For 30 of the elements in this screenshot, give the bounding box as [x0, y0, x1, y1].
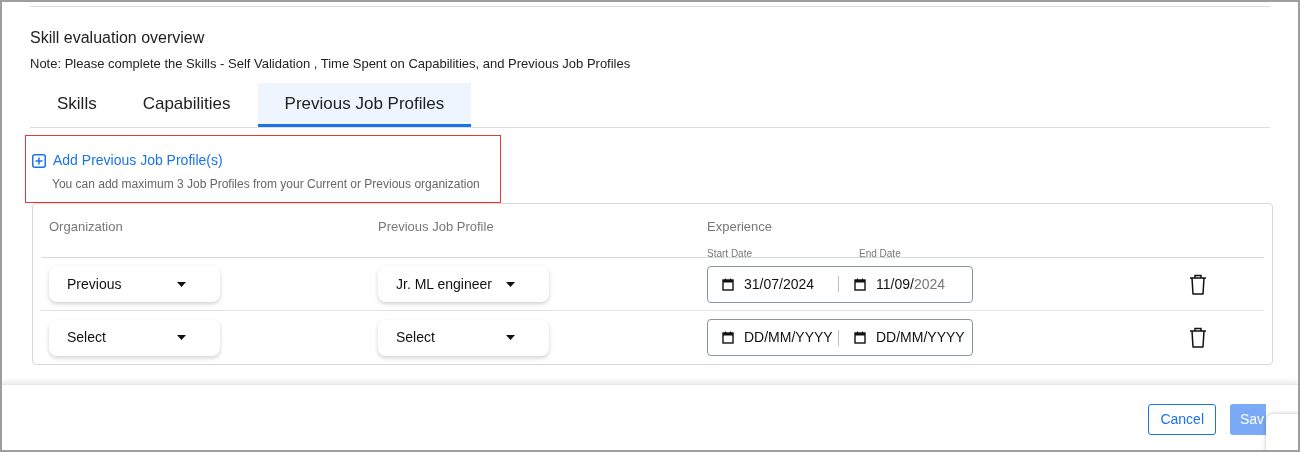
sub-column-header: Start Date — [707, 248, 753, 259]
column-header: Organization — [49, 218, 123, 236]
add-profile-link[interactable]: Add Previous Job Profile(s) — [53, 150, 223, 171]
dropdown[interactable]: Previous — [49, 266, 220, 302]
tab[interactable]: Capabilities — [123, 83, 250, 127]
caret-icon — [506, 281, 515, 287]
trash-icon[interactable] — [1189, 327, 1207, 348]
dropdown[interactable]: Select — [378, 319, 549, 356]
tab[interactable]: Skills — [38, 83, 116, 127]
date-range-field[interactable]: 31/07/2024 11/09/2024 — [707, 265, 973, 303]
dropdown[interactable]: Jr. ML engineer — [378, 266, 549, 302]
sub-column-header: End Date — [859, 248, 901, 259]
column-header: Previous Job Profile — [378, 218, 494, 236]
add-icon — [32, 153, 46, 168]
caret-icon — [177, 335, 186, 340]
calendar-icon — [722, 277, 734, 291]
trash-icon[interactable] — [1189, 273, 1207, 295]
column-header: Experience — [707, 218, 773, 236]
tab[interactable]: Previous Job Profiles — [257, 83, 472, 127]
caret-icon — [506, 335, 515, 340]
hint-text: You can add maximum 3 Job Profiles from your Current or Previous organization — [52, 176, 481, 193]
calendar-icon — [854, 331, 866, 344]
dropdown[interactable]: Select — [49, 319, 220, 356]
calendar-icon — [722, 331, 734, 344]
page-title: Skill evaluation overview — [30, 28, 206, 48]
caret-icon — [177, 281, 186, 287]
calendar-icon — [854, 277, 866, 291]
cancel-button[interactable]: Cancel — [1148, 404, 1216, 435]
date-range-field[interactable]: DD/MM/YYYY DD/MM/YYYY — [707, 319, 973, 356]
note-text: Note: Please complete the Skills - Self Validation , Time Spent on Capabilities, and Previous Job Profiles — [30, 55, 632, 73]
